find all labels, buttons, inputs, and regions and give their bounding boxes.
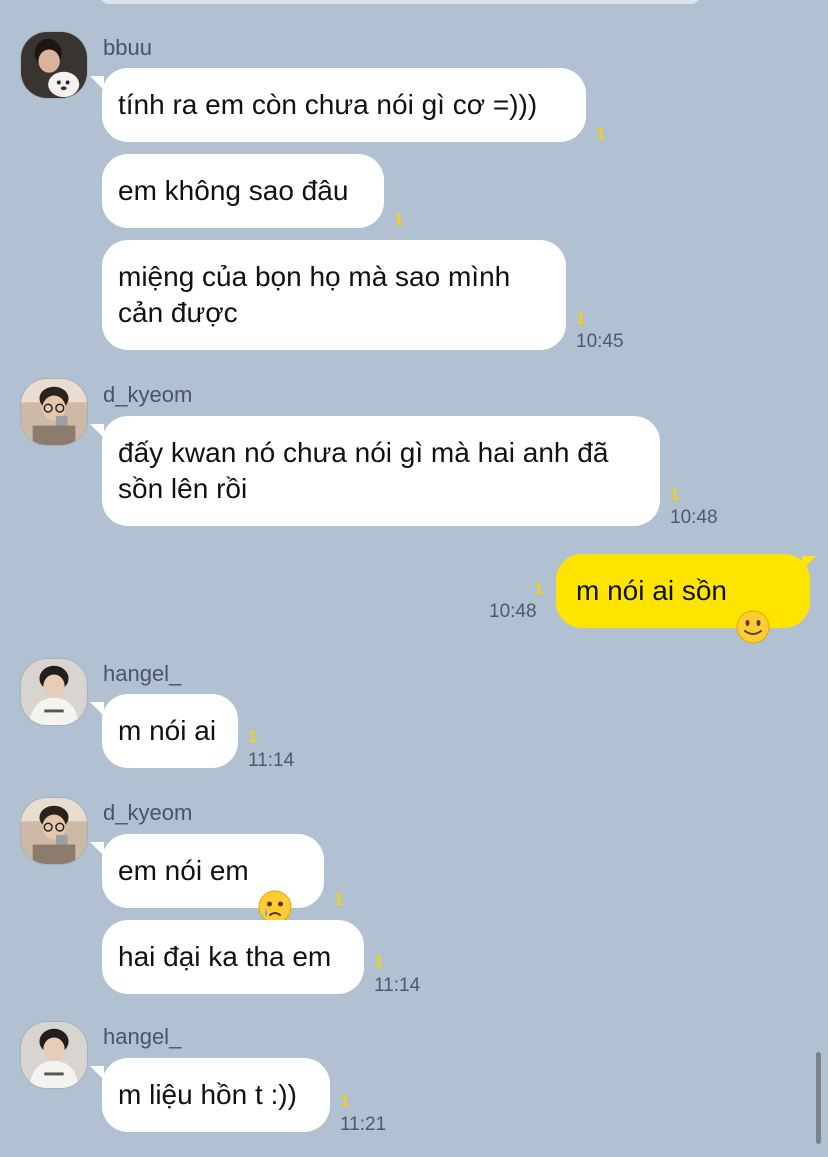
message-text: tính ra em còn chưa nói gì cơ =))) bbox=[118, 89, 538, 120]
unread-count: 1 bbox=[334, 890, 344, 909]
message-text: em không sao đâu bbox=[118, 175, 349, 206]
message-bubble[interactable]: em nói em bbox=[102, 834, 324, 924]
avatar-d-kyeom[interactable] bbox=[20, 797, 88, 865]
scrollbar[interactable] bbox=[816, 1052, 821, 1144]
unread-count: 1 bbox=[576, 309, 586, 328]
unread-count: 1 bbox=[374, 952, 384, 971]
bubble-tail bbox=[90, 424, 104, 438]
sender-name: hangel_ bbox=[103, 1024, 182, 1049]
bubble-tail bbox=[90, 76, 104, 90]
message-text: hai đại ka tha em bbox=[118, 941, 332, 972]
message-text: m nói ai bbox=[118, 715, 217, 746]
message-text: em nói em bbox=[118, 855, 249, 886]
unread-count: 1 bbox=[596, 124, 606, 143]
face-holding-back-tears-icon bbox=[257, 853, 293, 924]
bubble-tail bbox=[90, 1066, 104, 1080]
slightly-smiling-face-icon bbox=[735, 573, 771, 644]
avatar-person-with-dog-icon bbox=[21, 32, 87, 98]
message-timestamp: 10:48 bbox=[670, 507, 718, 528]
avatar-mirror-selfie-icon bbox=[21, 379, 87, 445]
message-bubble[interactable]: tính ra em còn chưa nói gì cơ =))) bbox=[102, 68, 586, 142]
sender-name: hangel_ bbox=[103, 661, 182, 686]
avatar-person-white-shirt-icon bbox=[21, 659, 87, 725]
message-text: miệng của bọn họ mà sao mình cản được bbox=[118, 261, 511, 328]
message-bubble[interactable]: m liệu hồn t :)) bbox=[102, 1058, 330, 1132]
unread-count: 1 bbox=[394, 210, 404, 229]
avatar-d-kyeom[interactable] bbox=[20, 378, 88, 446]
message-text: đấy kwan nó chưa nói gì mà hai anh đã sồ… bbox=[118, 437, 609, 504]
bubble-tail bbox=[90, 702, 104, 716]
message-bubble[interactable]: đấy kwan nó chưa nói gì mà hai anh đã sồ… bbox=[102, 416, 660, 526]
unread-count: 1 bbox=[340, 1091, 350, 1110]
message-text: m nói ai sồn bbox=[576, 575, 727, 606]
chat-room[interactable]: bbuu tính ra em còn chưa nói gì cơ =))) … bbox=[0, 0, 828, 1157]
unread-count: 1 bbox=[534, 579, 544, 598]
my-message-bubble[interactable]: m nói ai sồn bbox=[556, 554, 810, 644]
message-text: m liệu hồn t :)) bbox=[118, 1079, 297, 1110]
message-timestamp: 10:48 bbox=[489, 601, 537, 622]
bubble-tail bbox=[90, 842, 104, 856]
message-timestamp: 11:21 bbox=[340, 1114, 387, 1135]
previous-message-edge bbox=[100, 0, 700, 4]
unread-count: 1 bbox=[248, 727, 258, 746]
avatar-person-white-shirt-icon bbox=[21, 1022, 87, 1088]
avatar-mirror-selfie-icon bbox=[21, 798, 87, 864]
message-timestamp: 11:14 bbox=[374, 975, 421, 996]
sender-name: d_kyeom bbox=[103, 800, 193, 825]
sender-name: d_kyeom bbox=[103, 382, 193, 407]
avatar-hangel[interactable] bbox=[20, 658, 88, 726]
bubble-tail bbox=[802, 556, 816, 570]
message-timestamp: 10:45 bbox=[576, 331, 624, 352]
message-bubble[interactable]: hai đại ka tha em bbox=[102, 920, 364, 994]
unread-count: 1 bbox=[670, 485, 680, 504]
message-timestamp: 11:14 bbox=[248, 750, 295, 771]
avatar-hangel[interactable] bbox=[20, 1021, 88, 1089]
message-bubble[interactable]: miệng của bọn họ mà sao mình cản được bbox=[102, 240, 566, 350]
avatar-bbuu[interactable] bbox=[20, 31, 88, 99]
message-bubble[interactable]: m nói ai bbox=[102, 694, 238, 768]
message-bubble[interactable]: em không sao đâu bbox=[102, 154, 384, 228]
sender-name: bbuu bbox=[103, 35, 152, 60]
